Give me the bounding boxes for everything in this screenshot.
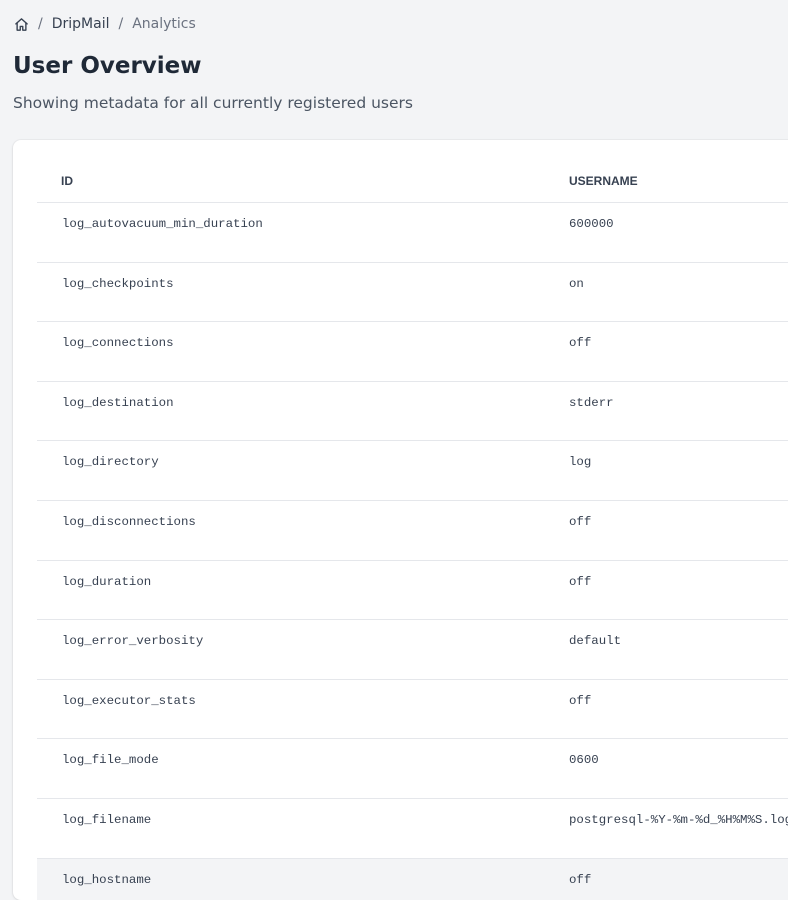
username-cell: on <box>565 262 788 323</box>
username-cell: default <box>565 619 788 680</box>
table-header-row: ID USERNAME <box>37 160 788 203</box>
table-row[interactable]: log_file_mode 0600 <box>37 738 788 799</box>
username-cell: stderr <box>565 381 788 442</box>
table-row[interactable]: log_error_verbosity default <box>37 619 788 680</box>
id-cell: log_destination <box>37 381 565 442</box>
id-cell: log_file_mode <box>37 738 565 799</box>
username-cell: 600000 <box>565 202 788 263</box>
id-cell: log_disconnections <box>37 500 565 561</box>
id-cell: log_hostname <box>37 858 565 900</box>
home-icon[interactable] <box>13 16 29 32</box>
breadcrumb-separator: / <box>38 16 43 32</box>
id-cell: log_error_verbosity <box>37 619 565 680</box>
username-cell: off <box>565 500 788 561</box>
id-cell: log_autovacuum_min_duration <box>37 202 565 263</box>
breadcrumb-item-dripmail[interactable]: DripMail <box>52 16 110 32</box>
table-row[interactable]: log_executor_stats off <box>37 679 788 740</box>
page-title: User Overview <box>13 53 202 79</box>
id-cell: log_executor_stats <box>37 679 565 740</box>
users-table: ID USERNAME log_autovacuum_min_duration … <box>37 160 788 900</box>
username-cell: off <box>565 679 788 740</box>
username-cell: off <box>565 858 788 900</box>
id-cell: log_checkpoints <box>37 262 565 323</box>
table-row[interactable]: log_hostname off <box>37 858 788 900</box>
table-row[interactable]: log_filename postgresql-%Y-%m-%d_%H%M%S.… <box>37 798 788 859</box>
id-cell: log_directory <box>37 440 565 501</box>
breadcrumb-separator: / <box>118 16 124 32</box>
table-row[interactable]: log_directory log <box>37 440 788 501</box>
table-row[interactable]: log_checkpoints on <box>37 262 788 323</box>
username-cell: off <box>565 321 788 382</box>
username-cell: 0600 <box>565 738 788 799</box>
id-cell: log_duration <box>37 560 565 621</box>
column-header-id[interactable]: ID <box>37 160 565 203</box>
table-row[interactable]: log_disconnections off <box>37 500 788 561</box>
id-cell: log_connections <box>37 321 565 382</box>
table-row[interactable]: log_destination stderr <box>37 381 788 442</box>
username-cell: log <box>565 440 788 501</box>
breadcrumb: / DripMail / Analytics <box>13 14 205 34</box>
page-subtitle: Showing metadata for all currently regis… <box>13 94 413 112</box>
table-row[interactable]: log_autovacuum_min_duration 600000 <box>37 202 788 263</box>
table-row[interactable]: log_duration off <box>37 560 788 621</box>
id-cell: log_filename <box>37 798 565 859</box>
username-cell: postgresql-%Y-%m-%d_%H%M%S.log <box>565 798 788 859</box>
column-header-username[interactable]: USERNAME <box>565 160 788 203</box>
breadcrumb-item-analytics[interactable]: Analytics <box>132 16 196 32</box>
username-cell: off <box>565 560 788 621</box>
table-row[interactable]: log_connections off <box>37 321 788 382</box>
users-table-card: ID USERNAME log_autovacuum_min_duration … <box>13 140 788 900</box>
